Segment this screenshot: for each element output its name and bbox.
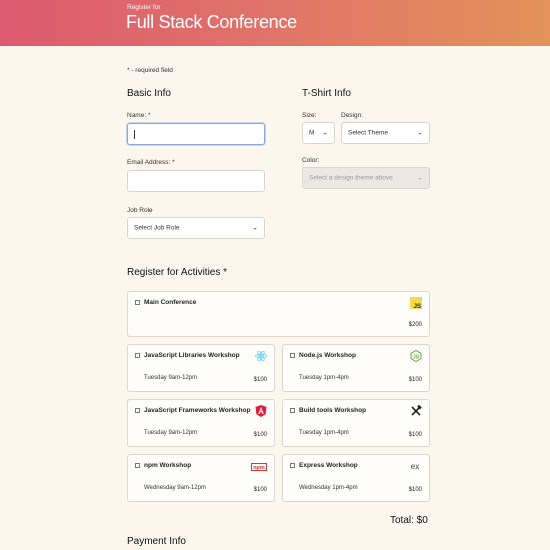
activity-checkbox[interactable] <box>290 463 295 468</box>
angular-icon <box>255 405 267 417</box>
npm-icon: npm <box>251 463 267 471</box>
color-select[interactable]: Select a design theme above ⌄ <box>302 167 430 189</box>
activity-checkbox[interactable] <box>135 408 140 413</box>
email-label: Email Address: * <box>127 159 175 166</box>
activity-checkbox[interactable] <box>135 353 140 358</box>
payment-info-heading: Payment Info <box>127 536 186 547</box>
activity-card-nodejs[interactable]: Node.js Workshop JS Tuesday 1pm-4pm $100 <box>282 344 430 392</box>
chevron-down-icon: ⌄ <box>252 224 258 232</box>
size-label: Size: <box>302 112 317 119</box>
tools-icon <box>411 405 422 416</box>
job-role-select[interactable]: Select Job Role ⌄ <box>127 217 265 239</box>
activity-name: Node.js Workshop <box>299 352 356 359</box>
required-field-note: * - required field <box>127 67 173 74</box>
activity-card-main-conference[interactable]: Main Conference JS $200 <box>127 291 430 337</box>
svg-text:JS: JS <box>414 304 421 309</box>
nodejs-icon: JS <box>410 350 422 362</box>
react-icon <box>255 350 267 362</box>
activity-name: JavaScript Libraries Workshop <box>144 352 240 359</box>
activity-time: Tuesday 9am-12pm <box>144 430 198 436</box>
javascript-icon: JS <box>410 297 422 309</box>
activity-checkbox[interactable] <box>135 300 140 305</box>
size-selected: M <box>309 129 315 137</box>
activity-price: $100 <box>253 377 267 383</box>
header-subtitle: Register for <box>127 4 161 11</box>
activity-price: $100 <box>408 487 422 493</box>
chevron-down-icon: ⌄ <box>322 129 328 137</box>
activity-time: Tuesday 9am-12pm <box>144 375 198 381</box>
tshirt-info-heading: T-Shirt Info <box>302 88 351 99</box>
activity-name: Build tools Workshop <box>299 407 367 414</box>
activity-time: Wednesday 1pm-4pm <box>299 485 358 491</box>
activity-time: Wednesday 9am-12pm <box>144 485 206 491</box>
activity-card-js-libraries[interactable]: JavaScript Libraries Workshop Tuesday 9a… <box>127 344 275 392</box>
job-role-selected: Select Job Role <box>134 224 180 232</box>
job-role-label: Job Role <box>127 207 153 214</box>
activities-total: Total: $0 <box>390 515 428 526</box>
size-select[interactable]: M ⌄ <box>302 122 335 144</box>
activity-card-js-frameworks[interactable]: JavaScript Frameworks Workshop Tuesday 9… <box>127 399 275 447</box>
design-select[interactable]: Select Theme ⌄ <box>341 122 430 144</box>
activity-price: $100 <box>253 432 267 438</box>
design-label: Design: <box>341 112 364 119</box>
activity-time: Tuesday 1pm-4pm <box>299 375 349 381</box>
color-label: Color: <box>302 157 320 164</box>
color-selected: Select a design theme above <box>309 174 393 182</box>
activity-name: Express Workshop <box>299 462 358 469</box>
activity-card-npm[interactable]: npm Workshop npm Wednesday 9am-12pm $100 <box>127 454 275 502</box>
chevron-down-icon: ⌄ <box>417 174 423 182</box>
activity-price: $100 <box>408 377 422 383</box>
activities-heading: Register for Activities * <box>127 267 228 278</box>
activity-card-build-tools[interactable]: Build tools Workshop Tuesday 1pm-4pm $10… <box>282 399 430 447</box>
page-title: Full Stack Conference <box>126 12 297 32</box>
svg-text:ex: ex <box>411 462 419 471</box>
activity-name: Main Conference <box>144 299 197 306</box>
text-cursor <box>134 130 135 139</box>
activity-checkbox[interactable] <box>290 353 295 358</box>
activity-card-express[interactable]: Express Workshop ex Wednesday 1pm-4pm $1… <box>282 454 430 502</box>
express-icon: ex <box>411 462 419 471</box>
activity-price: $100 <box>408 432 422 438</box>
activity-price: $100 <box>253 487 267 493</box>
activity-time: Tuesday 1pm-4pm <box>299 430 349 436</box>
svg-text:JS: JS <box>413 354 420 360</box>
name-label: Name: * <box>127 112 151 119</box>
activity-name: JavaScript Frameworks Workshop <box>144 407 251 414</box>
activity-price: $200 <box>408 322 422 328</box>
chevron-down-icon: ⌄ <box>417 129 423 137</box>
activity-name: npm Workshop <box>144 462 192 469</box>
name-field[interactable] <box>127 123 265 145</box>
svg-text:npm: npm <box>253 465 265 471</box>
basic-info-heading: Basic Info <box>127 88 171 99</box>
page-header: Register for Full Stack Conference <box>0 0 550 46</box>
email-field[interactable] <box>127 170 265 192</box>
activity-checkbox[interactable] <box>290 408 295 413</box>
activity-checkbox[interactable] <box>135 463 140 468</box>
design-selected: Select Theme <box>348 129 388 137</box>
